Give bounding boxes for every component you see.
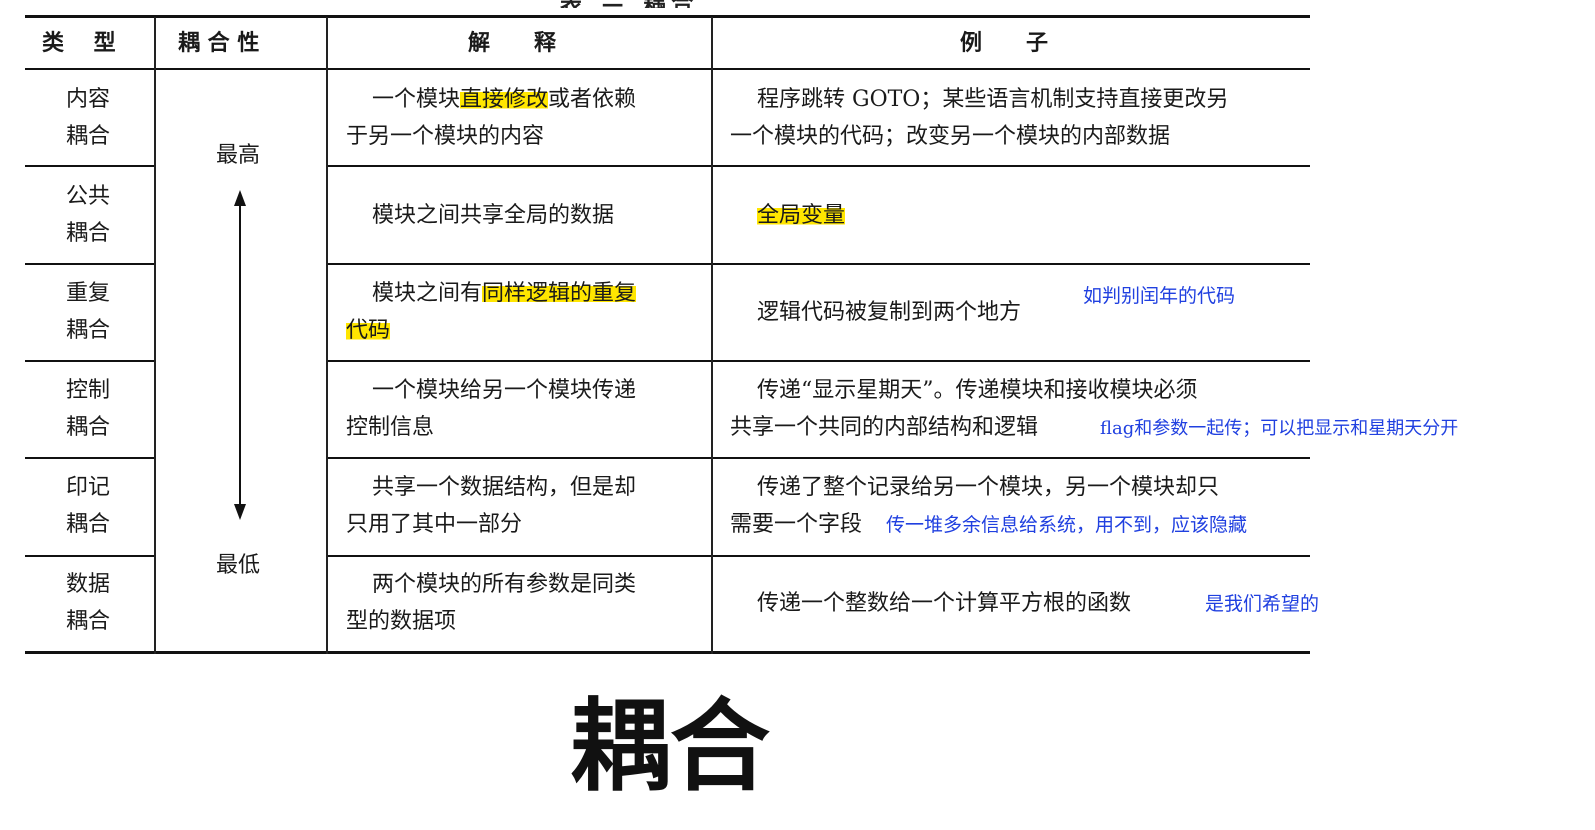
row-type-line: 耦合: [66, 124, 111, 149]
header-coupling: 耦 合 性: [178, 31, 260, 56]
row-rule: [25, 555, 155, 557]
row-rule: [25, 165, 155, 167]
row-rule: [25, 263, 155, 265]
row-example: 逻辑代码被复制到两个地方: [757, 300, 1022, 325]
header-rule: [25, 68, 1310, 70]
row-example-line2: 共享一个共同的内部结构和逻辑: [730, 415, 1039, 440]
row-example: 程序跳转 GOTO；某些语言机制支持直接更改另: [757, 87, 1229, 112]
header-example: 例 子: [960, 31, 1049, 56]
row-explanation: 一个模块给另一个模块传递: [372, 378, 637, 403]
row-rule: [327, 555, 1310, 557]
row-type-line: 重复: [66, 281, 111, 306]
double-arrow-icon: [234, 190, 246, 520]
row-type-line: 耦合: [66, 221, 111, 246]
header-explanation: 解 释: [468, 31, 557, 56]
row-example-line2: 一个模块的代码；改变另一个模块的内部数据: [730, 124, 1171, 149]
row-example-line2: 需要一个字段: [730, 512, 863, 537]
row-rule: [25, 360, 155, 362]
row-type-line: 内容: [66, 87, 111, 112]
highlighted-text: 直接修改: [460, 87, 549, 112]
table-top-rule: [25, 15, 1310, 18]
highlighted-text: 全局变量: [757, 203, 846, 228]
row-explanation-line2: 控制信息: [346, 415, 435, 440]
row-explanation-line2: 于另一个模块的内容: [346, 124, 545, 149]
column-divider: [711, 17, 713, 654]
column-divider: [326, 17, 328, 654]
row-explanation: 模块之间共享全局的数据: [372, 203, 615, 228]
row-rule: [25, 457, 155, 459]
row-type-line: 耦合: [66, 512, 111, 537]
highlighted-text: 代码: [346, 318, 391, 343]
column-divider: [154, 17, 156, 654]
explanation-text: 模块之间有: [372, 281, 483, 306]
row-example: 传递了整个记录给另一个模块，另一个模块却只: [757, 475, 1220, 500]
slide-title: 耦合: [570, 688, 770, 805]
explanation-text: 一个模块: [372, 87, 461, 112]
handwritten-annotation: 是我们希望的: [1205, 593, 1320, 615]
handwritten-annotation: 如判别闰年的代码: [1083, 285, 1236, 307]
row-type-line: 印记: [66, 475, 111, 500]
row-explanation: 两个模块的所有参数是同类: [372, 572, 637, 597]
explanation-text: 或者依赖: [548, 87, 637, 112]
row-explanation: 一个模块直接修改或者依赖: [372, 81, 636, 118]
row-rule: [327, 165, 1310, 167]
header-type: 类 型: [42, 31, 116, 56]
row-explanation-line2: 代码: [346, 312, 391, 349]
row-explanation: 共享一个数据结构，但是却: [372, 475, 637, 500]
handwritten-annotation: 传一堆多余信息给系统，用不到，应该隐藏: [886, 514, 1248, 536]
handwritten-annotation: flag和参数一起传；可以把显示和星期天分开: [1100, 418, 1459, 439]
row-example: 传递一个整数给一个计算平方根的函数: [757, 591, 1132, 616]
row-rule: [327, 360, 1310, 362]
row-explanation-line2: 只用了其中一部分: [346, 512, 523, 537]
row-type-line: 耦合: [66, 609, 111, 634]
row-example: 全局变量: [757, 197, 846, 234]
row-explanation-line2: 型的数据项: [346, 609, 457, 634]
table-caption: 表 — 耦合: [560, 0, 820, 8]
row-type-line: 控制: [66, 378, 111, 403]
row-example: 传递“显示星期天”。传递模块和接收模块必须: [757, 378, 1198, 403]
row-type-line: 耦合: [66, 318, 111, 343]
row-explanation: 模块之间有同样逻辑的重复: [372, 275, 637, 312]
row-rule: [327, 263, 1310, 265]
row-type-line: 耦合: [66, 415, 111, 440]
level-high-label: 最高: [216, 143, 261, 168]
table-bottom-rule: [25, 651, 1310, 654]
row-rule: [327, 457, 1310, 459]
row-type-line: 数据: [66, 572, 111, 597]
row-type-line: 公共: [66, 184, 111, 209]
level-low-label: 最低: [216, 553, 261, 578]
highlighted-text: 同样逻辑的重复: [482, 281, 637, 306]
